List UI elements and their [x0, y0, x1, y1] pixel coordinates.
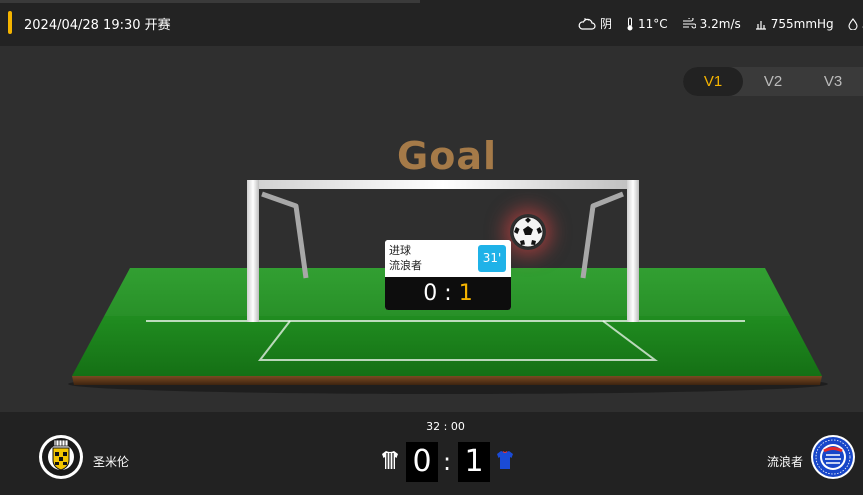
home-team-name: 圣米伦 [93, 455, 130, 469]
weather-extra: 5 [848, 17, 863, 31]
home-team-crest [38, 434, 84, 480]
pitch-illustration [68, 180, 828, 394]
weather-temperature: 11°C [626, 17, 668, 31]
event-minute-badge: 31' [478, 245, 506, 272]
wind-icon [682, 17, 696, 30]
goal-stage: V1 V2 V3 Goal 进球 流浪者 31' 0 : 1 [0, 46, 863, 412]
football-icon [510, 214, 546, 250]
event-card-header: 进球 流浪者 31' [385, 240, 511, 277]
scoreboard: 圣米伦 32 : 00 0 : 1 流浪者 [0, 412, 863, 495]
away-team-name: 流浪者 [767, 455, 804, 469]
progress-line [0, 0, 420, 3]
away-team-crest [810, 434, 856, 480]
event-score-away: 1 [458, 281, 473, 306]
goal-event-card: 进球 流浪者 31' 0 : 1 [385, 240, 511, 310]
event-score-sep: : [444, 281, 452, 306]
goal-post-left [247, 180, 259, 322]
goal-crossbar [247, 180, 639, 189]
goal-post-right [627, 180, 639, 322]
weather-condition: 阴 [578, 15, 612, 32]
tab-v1[interactable]: V1 [683, 67, 743, 96]
humidity-icon [848, 17, 858, 30]
away-score: 1 [458, 442, 490, 482]
away-kit-icon [495, 450, 515, 474]
home-kit-icon [380, 450, 400, 474]
match-clock: 32 : 00 [426, 420, 465, 433]
cloud-icon [578, 17, 596, 31]
tab-v2[interactable]: V2 [743, 67, 803, 96]
event-score-home: 0 [423, 281, 438, 306]
net-support-left [261, 191, 309, 279]
net-support-right [580, 191, 624, 279]
weather-info: 阴 11°C 3.2m/s 755mmHg 5 [578, 15, 863, 32]
home-score: 0 [406, 442, 438, 482]
pitch-soil [72, 376, 822, 385]
top-bar: 2024/04/28 19:30 开赛 阴 11°C 3.2m/s 755mmH… [0, 0, 863, 46]
accent-bar [8, 11, 12, 34]
tab-v3[interactable]: V3 [803, 67, 863, 96]
event-score: 0 : 1 [385, 277, 511, 310]
thermometer-icon [626, 17, 634, 31]
event-team: 流浪者 [389, 259, 422, 272]
pressure-icon [755, 18, 767, 30]
score-separator: : [442, 448, 452, 476]
weather-pressure: 755mmHg [755, 17, 834, 31]
match-time: 2024/04/28 19:30 开赛 [24, 18, 171, 33]
weather-wind: 3.2m/s [682, 17, 741, 31]
event-title: Goal [397, 134, 497, 178]
view-tabs: V1 V2 V3 [683, 67, 863, 96]
event-type: 进球 [389, 244, 411, 257]
